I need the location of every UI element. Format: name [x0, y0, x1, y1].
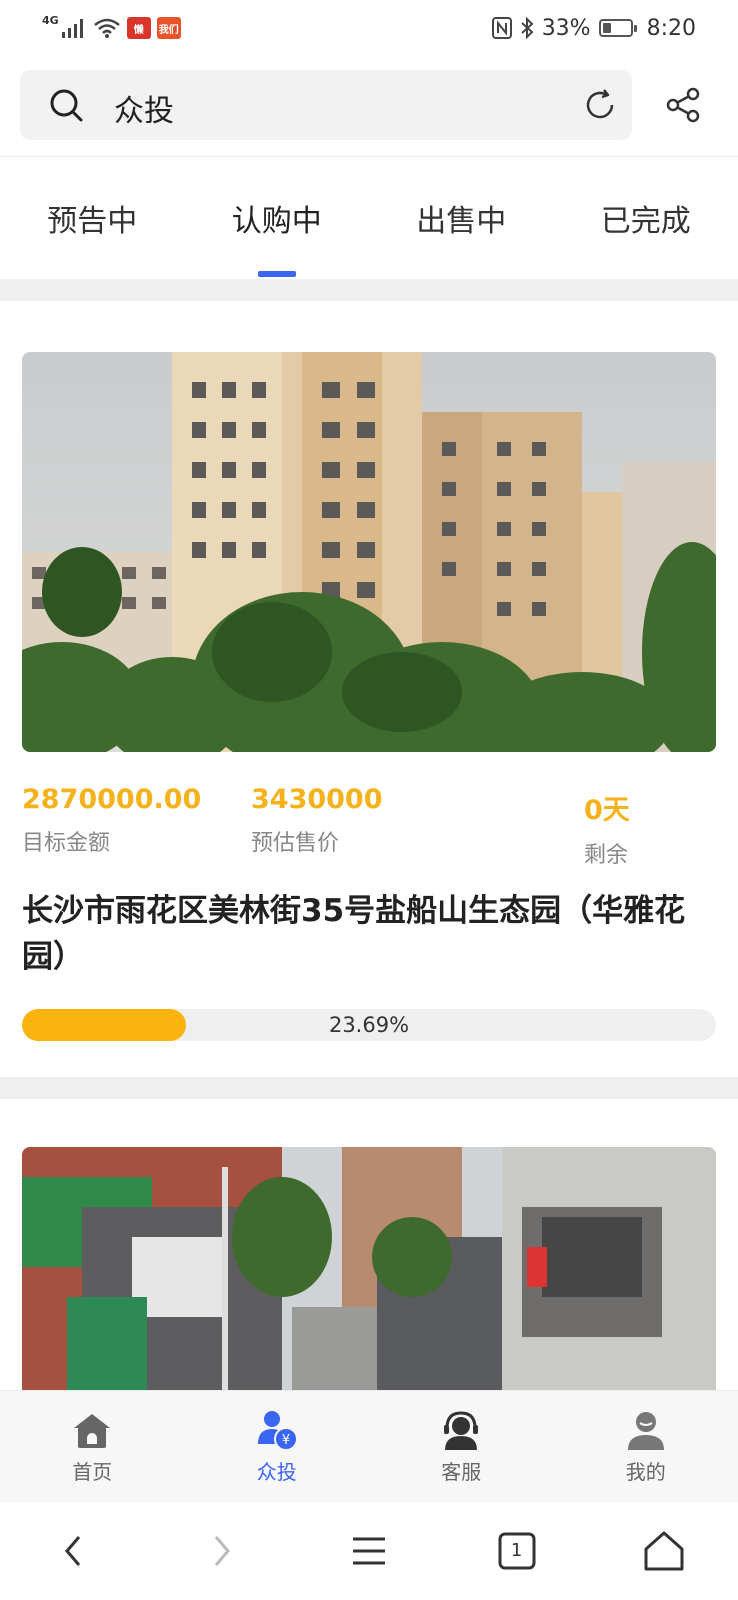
search-icon — [50, 89, 83, 122]
battery-icon — [598, 19, 637, 37]
tab-preview[interactable]: 预告中 — [0, 157, 185, 279]
app-notification-icon-2: 我们 — [156, 17, 181, 39]
apartment-buildings-photo — [22, 352, 716, 752]
bluetooth-icon — [521, 17, 534, 39]
status-bar: 4G 懒 我们 33% 8:20 — [0, 0, 738, 56]
nav-home[interactable]: 首页 — [0, 1391, 185, 1502]
profile-icon — [627, 1412, 664, 1450]
svg-text:¥: ¥ — [282, 1433, 290, 1448]
battery-percent: 33% — [541, 15, 591, 41]
tab-label: 认购中 — [231, 204, 322, 239]
house-outline-icon — [644, 1531, 684, 1571]
chevron-left-icon — [64, 1536, 80, 1566]
network-type: 4G — [42, 13, 59, 27]
estimated-price: 3430000 预估售价 — [251, 784, 383, 857]
listing-title[interactable]: 长沙市雨花区美林街35号盐船山生态园（华雅花园） — [22, 888, 722, 980]
tab-completed[interactable]: 已完成 — [554, 157, 738, 279]
section-separator — [0, 1077, 738, 1099]
active-tab-indicator — [257, 271, 296, 277]
menu-icon — [352, 1537, 385, 1565]
tabs-button[interactable]: 1 — [487, 1521, 547, 1581]
home-button[interactable] — [634, 1521, 694, 1581]
nfc-icon — [491, 17, 512, 39]
forward-button[interactable] — [191, 1521, 251, 1581]
chevron-right-icon — [215, 1536, 231, 1566]
status-tabs: 预告中 认购中 出售中 已完成 — [0, 157, 738, 279]
days-remaining-label: 剩余 — [584, 843, 629, 868]
crowd-invest-icon: ¥ — [257, 1411, 298, 1451]
listing-stats: 2870000.00 目标金额 3430000 预估售价 0天 剩余 — [0, 784, 738, 868]
funding-progress-bar: 23.69% — [22, 1009, 716, 1041]
browser-toolbar: 1 — [0, 1502, 738, 1600]
tab-label: 已完成 — [600, 204, 691, 239]
wifi-icon — [93, 18, 120, 38]
days-remaining: 0天 剩余 — [584, 788, 630, 869]
tab-label: 出售中 — [416, 204, 507, 239]
search-box[interactable]: 众投 — [20, 70, 632, 140]
funding-progress-text: 23.69% — [328, 1013, 410, 1037]
status-left: 4G 懒 我们 — [42, 13, 181, 39]
clock: 8:20 — [646, 15, 696, 41]
app-notification-icon: 懒 — [126, 17, 151, 39]
signal-icon — [61, 19, 83, 38]
status-right: 33% 8:20 — [491, 15, 696, 41]
tab-subscribing[interactable]: 认购中 — [185, 157, 370, 279]
street-scene-photo — [22, 1147, 716, 1390]
nav-label: 客服 — [441, 1460, 482, 1484]
section-separator — [0, 279, 738, 301]
target-amount-label: 目标金额 — [22, 831, 111, 856]
nav-customer-service[interactable]: 客服 — [369, 1391, 554, 1502]
target-amount-value: 2870000.00 — [22, 784, 202, 815]
estimated-price-value: 3430000 — [251, 784, 383, 815]
nav-label: 我的 — [625, 1460, 666, 1484]
search-header: 众投 — [0, 70, 738, 140]
nav-profile[interactable]: 我的 — [554, 1391, 738, 1502]
estimated-price-label: 预估售价 — [251, 831, 340, 856]
nav-label: 首页 — [72, 1460, 113, 1484]
tab-count: 1 — [510, 1540, 523, 1561]
nav-crowd-invest[interactable]: ¥ 众投 — [185, 1391, 370, 1502]
nav-label: 众投 — [256, 1460, 297, 1484]
tab-label: 预告中 — [47, 204, 138, 239]
tab-on-sale[interactable]: 出售中 — [369, 157, 554, 279]
share-icon[interactable] — [664, 86, 702, 124]
battery-level — [602, 23, 612, 33]
days-remaining-value: 0天 — [584, 795, 630, 826]
listing-image-2[interactable] — [22, 1147, 716, 1390]
home-icon — [74, 1414, 111, 1448]
listing-image[interactable] — [22, 352, 716, 752]
target-amount: 2870000.00 目标金额 — [22, 784, 201, 857]
menu-button[interactable] — [339, 1521, 399, 1581]
search-query[interactable]: 众投 — [114, 86, 174, 130]
back-button[interactable] — [44, 1521, 104, 1581]
customer-service-icon — [444, 1411, 479, 1450]
refresh-icon[interactable] — [582, 87, 618, 123]
bottom-navigation: 首页 ¥ 众投 客服 我的 — [0, 1390, 738, 1502]
